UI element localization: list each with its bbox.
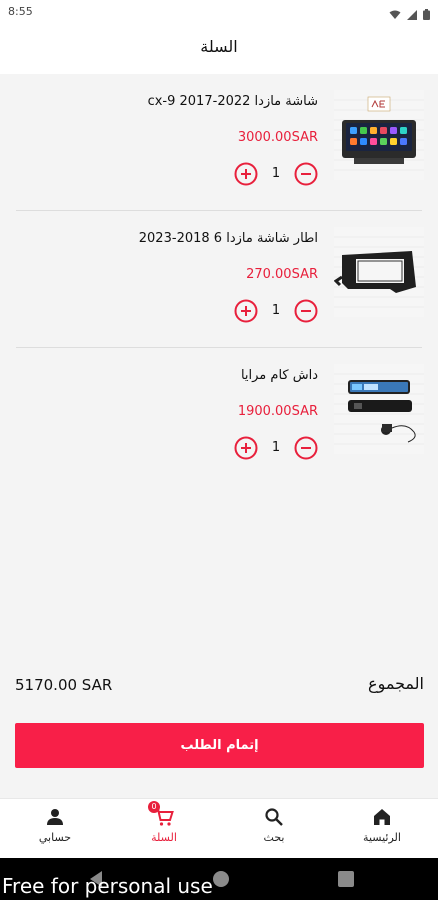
minus-circle-icon [294,436,318,460]
cart-item: اطار شاشة مازدا 6 2018-2023 270.00SAR 1 [0,211,438,348]
wifi-icon [389,5,401,24]
nav-item-account[interactable]: حسابي [15,807,95,844]
search-icon [264,807,284,827]
plus-circle-icon [234,299,258,323]
total-label: المجموع [368,674,424,693]
app-header: السلة [0,24,438,74]
quantity-stepper: 1 [234,299,318,323]
page-title: السلة [200,37,238,56]
status-time: 8:55 [8,5,33,18]
product-price: 1900.00SAR [237,404,318,419]
minus-circle-icon [294,299,318,323]
cart-icon: 0 [148,801,174,827]
watermark-text: Free for personal use [2,874,213,898]
quantity-value: 1 [271,440,281,455]
total-value: 5170.00 SAR [15,676,113,694]
decrease-quantity-button[interactable] [294,299,318,323]
plus-circle-icon [234,436,258,460]
home-icon [372,807,392,827]
home-circle-icon[interactable] [212,870,230,892]
nav-item-home[interactable]: الرئيسية [342,807,422,844]
minus-circle-icon [294,162,318,186]
product-price: 270.00SAR [246,267,318,282]
status-bar: 8:55 [0,0,438,24]
nav-item-cart[interactable]: 0 السلة [124,801,204,844]
quantity-value: 1 [271,166,281,181]
total-row: المجموع 5170.00 SAR [0,674,438,698]
nav-label: الرئيسية [363,831,401,844]
checkout-button[interactable]: إتمام الطلب [15,723,424,768]
nav-label: بحث [263,831,285,844]
increase-quantity-button[interactable] [234,436,258,460]
product-name[interactable]: داش كام مرايا [241,368,318,383]
product-image[interactable] [334,227,424,317]
cart-item: داش كام مرايا 1900.00SAR 1 [0,348,438,485]
person-icon [45,807,65,827]
battery-icon [423,5,430,24]
nav-label: حسابي [38,831,72,844]
plus-circle-icon [234,162,258,186]
product-price: 3000.00SAR [237,130,318,145]
cart-item: شاشة مازدا 2022-2017 cx-9 3000.00SAR 1 [0,74,438,211]
nav-item-search[interactable]: بحث [234,807,314,844]
product-image[interactable] [334,364,424,454]
status-icons [389,5,430,24]
quantity-value: 1 [271,303,281,318]
quantity-stepper: 1 [234,436,318,460]
nav-label: السلة [151,831,177,844]
product-image[interactable] [334,90,424,180]
increase-quantity-button[interactable] [234,162,258,186]
quantity-stepper: 1 [234,162,318,186]
bottom-nav: الرئيسية بحث 0 السلة حسابي [0,798,438,858]
increase-quantity-button[interactable] [234,299,258,323]
product-name[interactable]: شاشة مازدا 2022-2017 cx-9 [148,94,318,109]
cart-badge: 0 [148,801,160,813]
decrease-quantity-button[interactable] [294,436,318,460]
recent-apps-icon[interactable] [338,871,354,891]
decrease-quantity-button[interactable] [294,162,318,186]
signal-icon [407,5,417,24]
product-name[interactable]: اطار شاشة مازدا 6 2018-2023 [139,231,318,246]
system-nav-bar: Free for personal use [0,858,438,900]
cart-list: شاشة مازدا 2022-2017 cx-9 3000.00SAR 1 ا… [0,74,438,485]
